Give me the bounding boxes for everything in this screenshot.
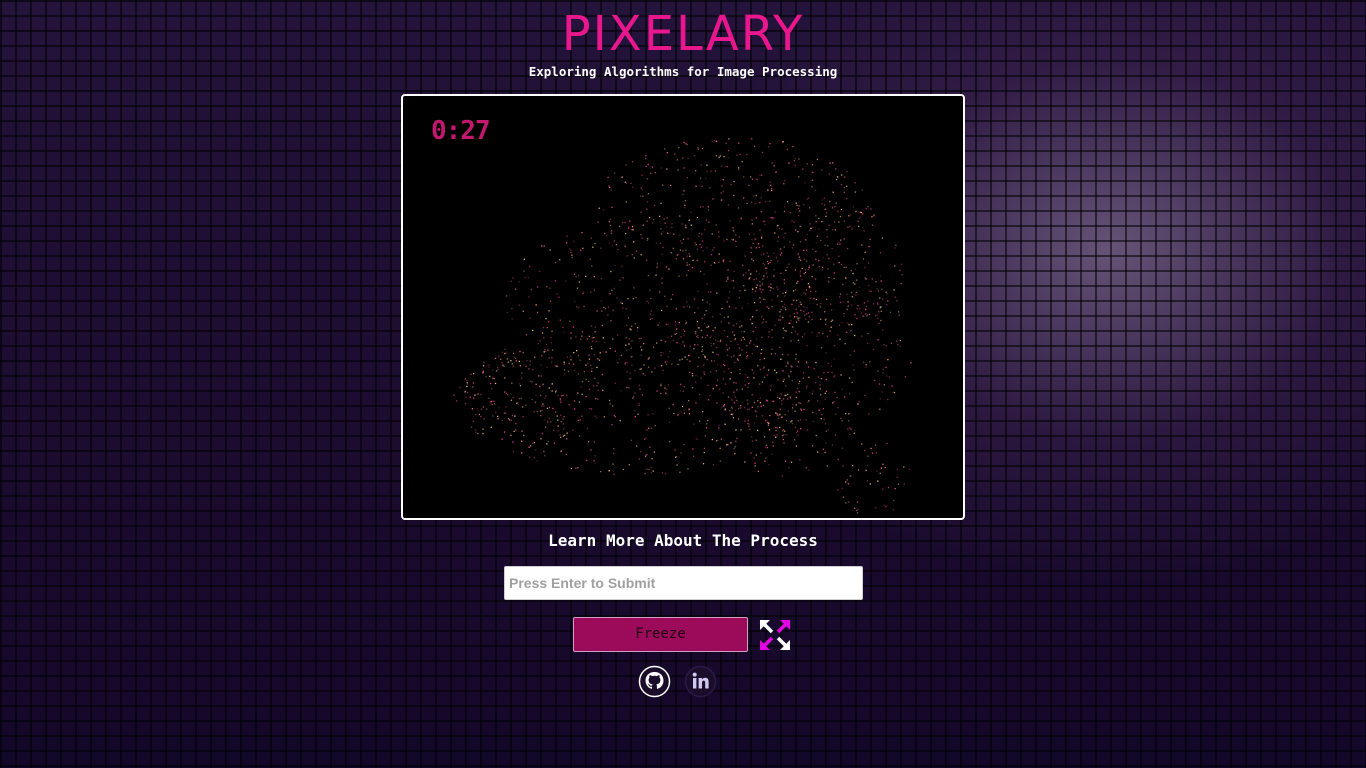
linkedin-icon[interactable]: [684, 665, 717, 698]
expand-arrows-icon[interactable]: [757, 617, 793, 653]
freeze-button[interactable]: Freeze: [573, 617, 748, 652]
app-subtitle: Exploring Algorithms for Image Processin…: [528, 64, 838, 79]
app-title: PIXELARY: [561, 6, 805, 62]
particle-image: [453, 137, 912, 514]
prompt-input[interactable]: [504, 566, 863, 600]
timer: 0:27: [431, 116, 491, 146]
image-canvas[interactable]: 0:27: [401, 94, 965, 520]
learn-more-link[interactable]: Learn More About The Process: [0, 531, 1366, 550]
github-icon[interactable]: [638, 665, 671, 698]
